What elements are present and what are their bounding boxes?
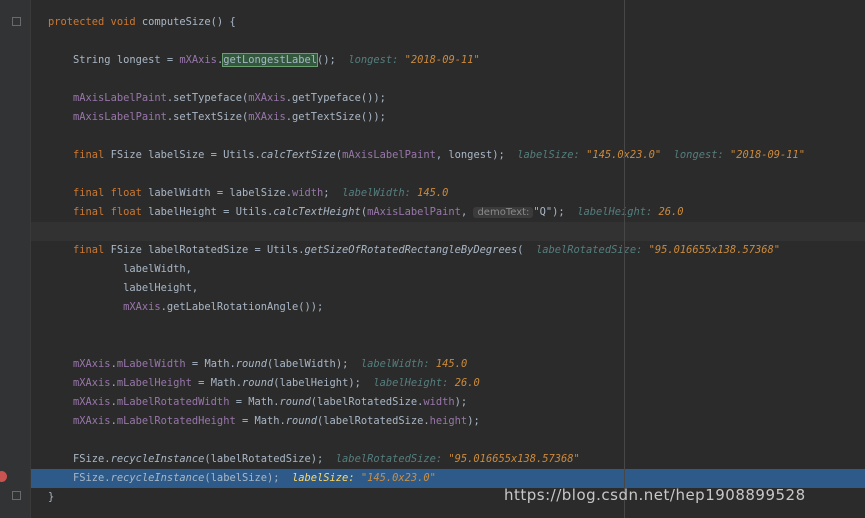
code-line[interactable]: mXAxis.mLabelWidth = Math.round(labelWid… — [31, 355, 865, 374]
fold-toggle-icon[interactable] — [12, 17, 21, 26]
code-line[interactable]: String longest = mXAxis.getLongestLabel(… — [31, 51, 865, 70]
inline-debug-value: longest: — [673, 149, 730, 161]
inline-debug-value: labelRotatedSize: — [536, 244, 649, 256]
inline-debug-value: labelSize: — [292, 472, 361, 484]
code-line[interactable]: mAxisLabelPaint.setTextSize(mXAxis.getTe… — [31, 108, 865, 127]
inline-debug-value: labelHeight: — [577, 206, 659, 218]
code-line[interactable]: final FSize labelSize = Utils.calcTextSi… — [31, 146, 865, 165]
code-line[interactable]: labelHeight, — [31, 279, 865, 298]
editor-gutter[interactable] — [0, 0, 30, 518]
code-editor[interactable]: protected void computeSize() { String lo… — [31, 0, 865, 518]
code-line[interactable]: final float labelHeight = Utils.calcText… — [31, 203, 865, 222]
code-line[interactable]: mAxisLabelPaint.setTypeface(mXAxis.getTy… — [31, 89, 865, 108]
code-line[interactable]: mXAxis.mLabelRotatedHeight = Math.round(… — [31, 412, 865, 431]
inline-debug-value: labelWidth: — [360, 358, 436, 370]
caret-line[interactable] — [31, 222, 865, 241]
code-line[interactable]: FSize.recycleInstance(labelRotatedSize);… — [31, 450, 865, 469]
watermark-url: https://blog.csdn.net/hep1908899528 — [504, 486, 806, 504]
code-line[interactable]: mXAxis.mLabelRotatedWidth = Math.round(l… — [31, 393, 865, 412]
code-line[interactable]: labelWidth, — [31, 260, 865, 279]
code-line[interactable]: protected void computeSize() { — [31, 13, 865, 32]
code-line[interactable]: final float labelWidth = labelSize.width… — [31, 184, 865, 203]
inline-debug-value: labelWidth: — [342, 187, 418, 199]
right-margin-guide — [624, 0, 625, 518]
inline-debug-value: labelHeight: — [373, 377, 455, 389]
inline-debug-value: labelSize: — [517, 149, 587, 161]
code-line[interactable]: mXAxis.mLabelHeight = Math.round(labelHe… — [31, 374, 865, 393]
inline-debug-value: labelRotatedSize: — [335, 453, 449, 465]
breakpoint-icon[interactable] — [0, 471, 7, 482]
inline-debug-value: longest: — [348, 54, 405, 66]
parameter-hint: demoText: — [473, 207, 534, 218]
highlighted-method-call[interactable]: getLongestLabel — [222, 53, 319, 67]
code-line[interactable]: mXAxis.getLabelRotationAngle()); — [31, 298, 865, 317]
code-line[interactable]: final FSize labelRotatedSize = Utils.get… — [31, 241, 865, 260]
fold-toggle-icon[interactable] — [12, 491, 21, 500]
